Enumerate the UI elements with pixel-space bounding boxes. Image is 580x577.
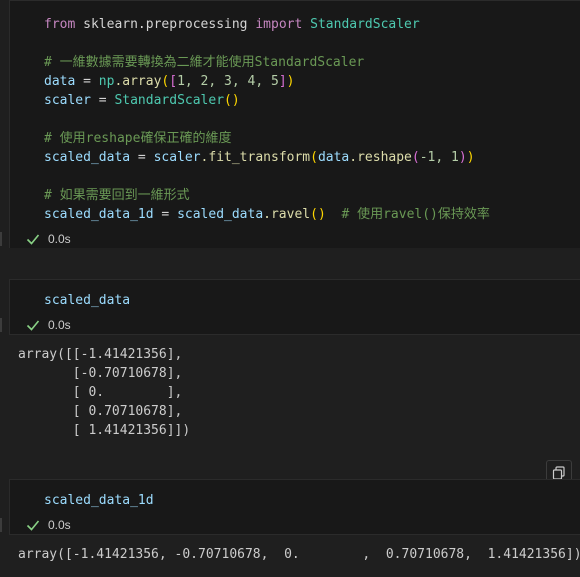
code-line-ravel[interactable]: scaled_data_1d = scaled_data.ravel() # 使… <box>44 205 490 224</box>
cell-3-marker <box>0 518 2 532</box>
ref-data: data <box>317 150 350 165</box>
cell-2-marker <box>0 318 2 332</box>
output-line: [ 0.70710678], <box>18 404 183 419</box>
output-divider <box>9 334 580 335</box>
code-comment-2[interactable]: # 使用reshape確保正確的維度 <box>44 129 231 148</box>
cell-3-output: array([-1.41421356, -0.70710678, 0. , 0.… <box>18 547 580 562</box>
fn-array: .array <box>114 74 162 89</box>
code-line-scaled[interactable]: scaled_data = scaler.fit_transform(data.… <box>44 148 475 167</box>
reshape-args: -1, 1 <box>419 150 459 165</box>
class-standardscaler: StandardScaler <box>114 93 225 108</box>
code-line-scaled-data[interactable]: scaled_data <box>44 291 130 310</box>
class-name: StandardScaler <box>310 17 420 32</box>
var-scaled-data-1d: scaled_data_1d <box>44 207 154 222</box>
cell-1-status: 0.0s <box>26 231 71 247</box>
keyword-from: from <box>44 17 76 32</box>
fn-fit-transform: .fit_transform <box>200 150 311 165</box>
operator-eq: = <box>130 150 154 165</box>
fn-ravel: .ravel <box>263 207 311 222</box>
output-line: array([[-1.41421356], <box>18 347 183 362</box>
code-cell-3[interactable]: scaled_data_1d <box>9 479 580 535</box>
execution-time: 0.0s <box>48 518 71 532</box>
module-np: np <box>98 74 115 89</box>
var-data: data <box>44 74 76 89</box>
execution-time: 0.0s <box>48 232 71 246</box>
operator-eq: = <box>75 74 99 89</box>
code-cell-2[interactable]: scaled_data <box>9 279 580 335</box>
operator-eq: = <box>90 93 115 108</box>
cell-2-status: 0.0s <box>26 317 71 333</box>
check-icon <box>26 320 40 331</box>
cell-1-marker <box>0 232 2 246</box>
code-line-data[interactable]: data = np.array([1, 2, 3, 4, 5]) <box>44 72 294 91</box>
keyword-import: import <box>255 17 303 32</box>
array-values: 1, 2, 3, 4, 5 <box>177 74 279 89</box>
output-line: [ 1.41421356]]) <box>18 423 191 438</box>
code-line-scaler[interactable]: scaler = StandardScaler() <box>44 91 240 110</box>
code-cell-1[interactable]: from sklearn.preprocessing import Standa… <box>9 0 580 248</box>
output-line: [-0.70710678], <box>18 366 183 381</box>
code-comment-1[interactable]: # 一維數據需要轉換為二維才能使用StandardScaler <box>44 53 364 72</box>
inline-comment: # 使用ravel()保持效率 <box>341 207 490 222</box>
var-scaler: scaler <box>44 93 91 108</box>
check-icon <box>26 234 40 245</box>
output-divider <box>9 534 580 535</box>
var-scaled-data: scaled_data <box>44 150 131 165</box>
output-line: [ 0. ], <box>18 385 183 400</box>
fn-reshape: .reshape <box>349 150 412 165</box>
code-line-import[interactable]: from sklearn.preprocessing import Standa… <box>44 15 420 34</box>
execution-time: 0.0s <box>48 318 71 332</box>
module-name: sklearn.preprocessing <box>83 17 248 32</box>
ref-scaled-data: scaled_data <box>177 207 264 222</box>
operator-eq: = <box>153 207 178 222</box>
code-line-scaled-data-1d[interactable]: scaled_data_1d <box>44 491 154 510</box>
cell-3-status: 0.0s <box>26 517 71 533</box>
check-icon <box>26 520 40 531</box>
code-comment-3[interactable]: # 如果需要回到一維形式 <box>44 186 190 205</box>
ref-scaler: scaler <box>153 150 201 165</box>
copy-icon <box>552 466 565 480</box>
